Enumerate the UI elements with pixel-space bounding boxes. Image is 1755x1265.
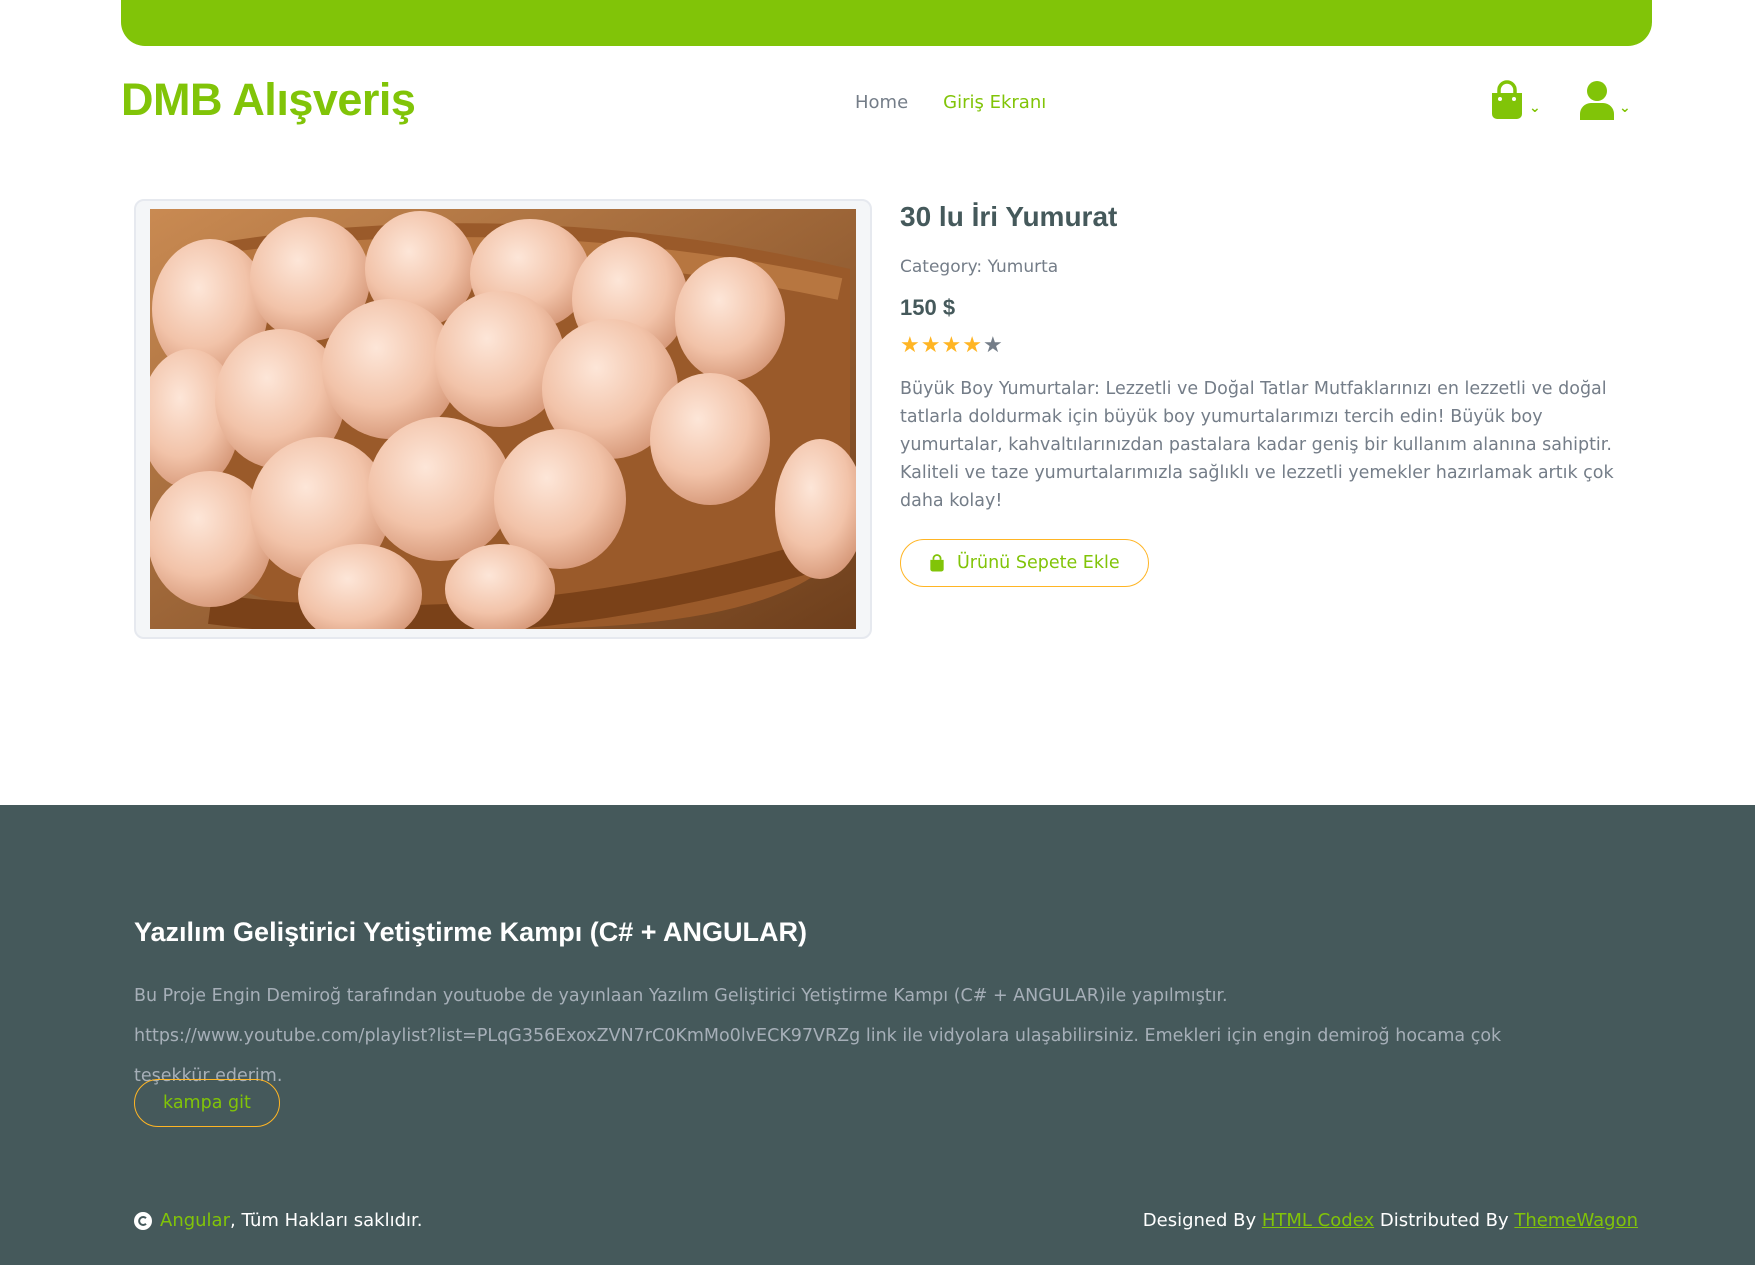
distributed-by-label: Distributed By: [1379, 1210, 1509, 1231]
product-price: 150 $: [900, 295, 956, 320]
camp-button[interactable]: kampa git: [134, 1079, 280, 1127]
star-icon: ★: [920, 333, 941, 358]
user-icon: [1580, 81, 1614, 120]
product-info: 30 lu İri Yumurat Category: Yumurta 150 …: [900, 199, 1640, 587]
cart-dropdown[interactable]: ⌄: [1489, 80, 1541, 120]
copyright: Angular, Tüm Hakları saklıdır.: [134, 1210, 423, 1231]
product-category: Category: Yumurta: [900, 257, 1640, 277]
credits: Designed By HTML Codex Distributed By Th…: [1143, 1210, 1638, 1231]
chevron-down-icon: ⌄: [1619, 100, 1631, 116]
category-label: Category:: [900, 257, 983, 277]
category-value: Yumurta: [987, 257, 1059, 277]
copyright-icon: [134, 1211, 152, 1230]
footer: Yazılım Geliştirici Yetiştirme Kampı (C#…: [0, 805, 1755, 1265]
star-icon: ★: [941, 333, 962, 358]
designed-by-label: Designed By: [1142, 1210, 1257, 1231]
add-to-cart-label: Ürünü Sepete Ekle: [957, 553, 1120, 573]
navbar: DMB Alışveriş Home Giriş Ekranı ⌄ ⌄: [121, 70, 1652, 134]
footer-description: Bu Proje Engin Demiroğ tarafından youtuo…: [134, 986, 1502, 1086]
user-dropdown[interactable]: ⌄: [1579, 80, 1631, 120]
copyright-link[interactable]: Angular: [160, 1210, 230, 1231]
product-image: [150, 209, 856, 629]
product-title: 30 lu İri Yumurat: [900, 201, 1118, 232]
shopping-bag-icon: [930, 554, 944, 572]
nav-link-home[interactable]: Home: [855, 92, 908, 113]
copyright-text: , Tüm Hakları saklıdır.: [230, 1210, 423, 1231]
nav-links: Home Giriş Ekranı: [855, 92, 1046, 113]
star-icon: ★: [982, 333, 1003, 358]
chevron-down-icon: ⌄: [1529, 100, 1541, 116]
shopping-bag-icon: [1492, 80, 1522, 119]
designed-by-link[interactable]: HTML Codex: [1262, 1210, 1374, 1231]
top-accent-bar: [121, 0, 1652, 46]
nav-link-login[interactable]: Giriş Ekranı: [943, 92, 1046, 113]
brand-logo[interactable]: DMB Alışveriş: [121, 74, 416, 126]
product-image-frame: [134, 199, 872, 639]
product-rating: ★ ★ ★ ★ ★: [900, 335, 1640, 357]
star-icon: ★: [900, 333, 920, 358]
distributed-by-link[interactable]: ThemeWagon: [1514, 1210, 1638, 1231]
add-to-cart-button[interactable]: Ürünü Sepete Ekle: [900, 539, 1149, 587]
footer-title: Yazılım Geliştirici Yetiştirme Kampı (C#…: [134, 917, 807, 947]
product-description: Büyük Boy Yumurtalar: Lezzetli ve Doğal …: [900, 379, 1614, 511]
star-icon: ★: [962, 333, 982, 358]
